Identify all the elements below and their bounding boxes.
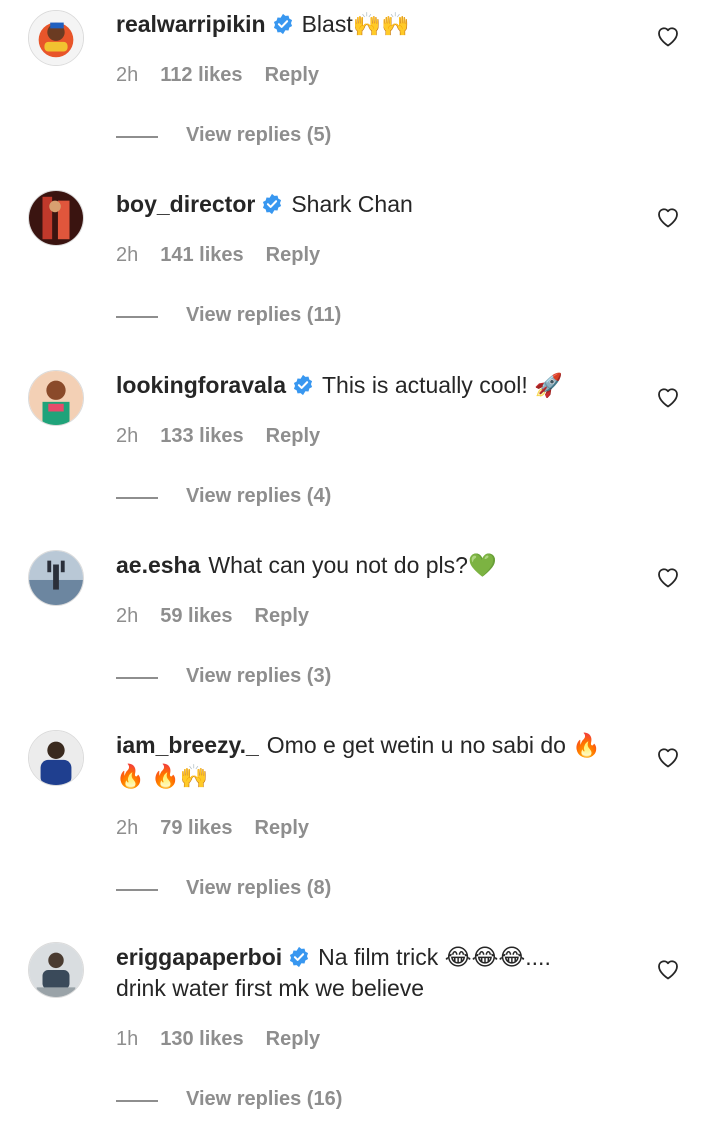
timestamp: 2h	[116, 425, 139, 447]
comment-meta: 2h 59 likes Reply	[116, 605, 331, 628]
verified-badge-icon	[261, 193, 283, 215]
likes-count[interactable]: 130 likes	[160, 1028, 243, 1050]
timestamp: 1h	[116, 1028, 139, 1050]
avatar[interactable]	[28, 942, 84, 998]
like-heart-icon[interactable]	[656, 386, 680, 408]
verified-badge-icon	[292, 374, 314, 396]
like-heart-icon[interactable]	[656, 25, 680, 47]
reply-button[interactable]: Reply	[266, 244, 320, 266]
reply-button[interactable]: Reply	[266, 1028, 320, 1050]
timestamp: 2h	[116, 605, 139, 627]
comment-text: iam_breezy._ Omo e get wetin u no sabi do…	[116, 730, 621, 792]
like-heart-icon[interactable]	[656, 566, 680, 588]
like-heart-icon[interactable]	[656, 746, 680, 768]
comment-text: eriggapaperboi Na film trick 😂😂😂.... drink…	[116, 942, 621, 1004]
avatar[interactable]	[28, 550, 84, 606]
comment-text: ae.esha What can you not do pls?💚	[116, 550, 621, 581]
view-replies-button[interactable]: View replies (11)	[186, 304, 341, 327]
likes-count[interactable]: 59 likes	[160, 605, 232, 627]
avatar[interactable]	[28, 10, 84, 66]
comment-body: What can you not do pls?💚	[208, 552, 497, 578]
comment-body: Omo e get wetin u no sabi do 🔥	[266, 732, 601, 758]
comment-body: Shark Chan	[291, 191, 413, 217]
view-replies-button[interactable]: View replies (3)	[186, 665, 331, 688]
comment-body: Blast🙌🙌	[301, 11, 410, 37]
timestamp: 2h	[116, 64, 139, 86]
reply-button[interactable]: Reply	[255, 605, 309, 627]
comment-text: boy_director Shark Chan	[116, 189, 621, 220]
view-replies-button[interactable]: View replies (16)	[186, 1088, 342, 1111]
timestamp: 2h	[116, 817, 139, 839]
verified-badge-icon	[288, 946, 310, 968]
username[interactable]: ae.esha	[116, 552, 200, 578]
view-replies-button[interactable]: View replies (5)	[186, 124, 331, 147]
likes-count[interactable]: 112 likes	[160, 64, 242, 86]
comment-body-continuation: drink water first mk we believe	[116, 975, 425, 1001]
comment-body-continuation: 🔥 🔥🙌	[116, 763, 209, 789]
comment-text: realwarripikin Blast🙌🙌	[116, 9, 621, 40]
replies-divider	[116, 316, 158, 318]
view-replies-button[interactable]: View replies (4)	[186, 485, 331, 508]
reply-button[interactable]: Reply	[255, 817, 309, 839]
username[interactable]: realwarripikin	[116, 11, 266, 37]
view-replies-button[interactable]: View replies (8)	[186, 877, 331, 900]
avatar[interactable]	[28, 730, 84, 786]
replies-divider	[116, 889, 158, 891]
replies-divider	[116, 497, 158, 499]
avatar[interactable]	[28, 190, 84, 246]
username[interactable]: iam_breezy._	[116, 732, 259, 758]
like-heart-icon[interactable]	[656, 958, 680, 980]
username[interactable]: lookingforavala	[116, 372, 286, 398]
like-heart-icon[interactable]	[656, 206, 680, 228]
comment-meta: 2h 141 likes Reply	[116, 244, 342, 267]
likes-count[interactable]: 141 likes	[160, 244, 243, 266]
replies-divider	[116, 1100, 158, 1102]
replies-divider	[116, 136, 158, 138]
likes-count[interactable]: 79 likes	[160, 817, 232, 839]
comment-meta: 2h 79 likes Reply	[116, 817, 331, 840]
timestamp: 2h	[116, 244, 139, 266]
reply-button[interactable]: Reply	[266, 425, 320, 447]
replies-divider	[116, 677, 158, 679]
verified-badge-icon	[272, 13, 294, 35]
comment-text: lookingforavala This is actually cool! 🚀	[116, 370, 621, 401]
reply-button[interactable]: Reply	[265, 64, 319, 86]
comment-meta: 2h 112 likes Reply	[116, 64, 341, 87]
likes-count[interactable]: 133 likes	[160, 425, 243, 447]
username[interactable]: boy_director	[116, 191, 255, 217]
avatar[interactable]	[28, 370, 84, 426]
comment-body: Na film trick 😂😂😂....	[318, 944, 551, 970]
comment-meta: 1h 130 likes Reply	[116, 1028, 342, 1051]
comment-meta: 2h 133 likes Reply	[116, 425, 342, 448]
comment-body: This is actually cool! 🚀	[321, 372, 563, 398]
username[interactable]: eriggapaperboi	[116, 944, 282, 970]
